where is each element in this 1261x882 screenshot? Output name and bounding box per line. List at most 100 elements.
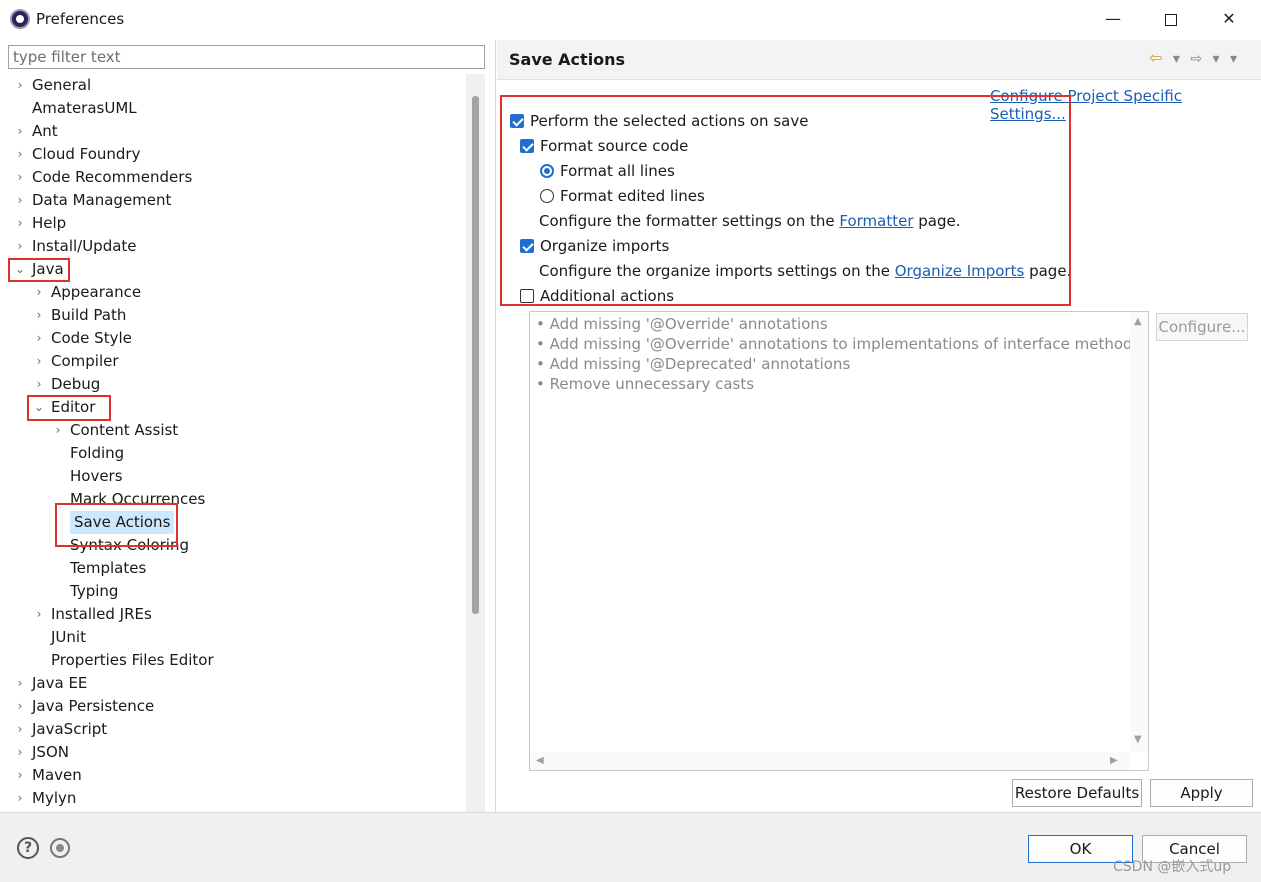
forward-menu-icon[interactable]: ▾ xyxy=(1213,51,1220,67)
tree-item-label: Content Assist xyxy=(70,421,179,439)
highlight-java xyxy=(8,258,70,282)
tree-item[interactable]: › Install/Update xyxy=(14,235,137,258)
page-title: Save Actions xyxy=(509,50,626,69)
chevron-right-icon[interactable]: › xyxy=(14,718,26,741)
back-icon[interactable]: ⇦ xyxy=(1149,48,1162,67)
tree-scrollbar[interactable] xyxy=(466,74,485,812)
title-bar: Preferences — ✕ xyxy=(0,0,1261,38)
filter-input[interactable] xyxy=(8,45,485,69)
tree-item[interactable]: › Content Assist xyxy=(52,419,179,442)
tree-item[interactable]: › Code Recommenders xyxy=(14,166,193,189)
tree-item[interactable]: › JSON xyxy=(14,741,69,764)
pane-divider[interactable] xyxy=(495,40,496,812)
tree-item[interactable]: › Ant xyxy=(14,120,58,143)
tree-item[interactable]: › Java Persistence xyxy=(14,695,155,718)
configure-button[interactable]: Configure... xyxy=(1156,313,1248,341)
list-item: • Add missing '@Override' annotations to… xyxy=(536,335,1141,353)
list-horizontal-scrollbar[interactable]: ◀ ▶ xyxy=(530,752,1130,770)
chevron-right-icon[interactable]: › xyxy=(14,235,26,258)
tree-item-label: JSON xyxy=(32,743,69,761)
list-vertical-scrollbar[interactable]: ▲ ▼ xyxy=(1130,312,1148,752)
close-button[interactable]: ✕ xyxy=(1206,4,1252,34)
tree-item[interactable]: › JavaScript xyxy=(14,718,108,741)
chevron-right-icon[interactable]: › xyxy=(14,695,26,718)
tree-item-label: Code Style xyxy=(51,329,132,347)
tree-item[interactable]: › Installed JREs xyxy=(33,603,152,626)
tree-item[interactable]: › Appearance xyxy=(33,281,141,304)
chevron-right-icon[interactable]: › xyxy=(14,120,26,143)
maximize-button[interactable] xyxy=(1148,4,1194,34)
chevron-right-icon[interactable]: › xyxy=(33,327,45,350)
chevron-right-icon[interactable]: › xyxy=(14,166,26,189)
tree-item[interactable]: JUnit xyxy=(33,626,86,649)
tree-item-label: Maven xyxy=(32,766,82,784)
restore-defaults-button[interactable]: Restore Defaults xyxy=(1012,779,1142,807)
tree-item-label: Properties Files Editor xyxy=(51,651,214,669)
tree-item[interactable]: › Help xyxy=(14,212,67,235)
tree-item[interactable]: Templates xyxy=(52,557,146,580)
tree-item-label: Cloud Foundry xyxy=(32,145,141,163)
tree-item[interactable]: AmaterasUML xyxy=(14,97,137,120)
tree-item[interactable]: › Java EE xyxy=(14,672,88,695)
window-title: Preferences xyxy=(36,10,125,28)
tree-item-label: JavaScript xyxy=(32,720,108,738)
forward-icon[interactable]: ⇨ xyxy=(1190,51,1202,67)
page-navigation: ⇦ ▾ ⇨ ▾ ▾ xyxy=(1149,48,1243,67)
chevron-right-icon[interactable]: › xyxy=(14,764,26,787)
list-item: • Remove unnecessary casts xyxy=(536,375,755,393)
help-icon[interactable]: ? xyxy=(17,837,39,859)
view-menu-icon[interactable]: ▾ xyxy=(1230,51,1237,67)
maximize-icon xyxy=(1165,13,1177,26)
preferences-tree: › General AmaterasUML › Ant › Cloud Foundry › Co… xyxy=(0,74,466,812)
list-item: • Add missing '@Override' annotations xyxy=(536,315,828,333)
back-menu-icon[interactable]: ▾ xyxy=(1173,51,1180,67)
tree-item[interactable]: › Data Management xyxy=(14,189,172,212)
dialog-button-bar: ? OK Cancel CSDN @嵌入式up xyxy=(0,812,1261,882)
tree-item-label: General xyxy=(32,76,92,94)
tree-item-label: AmaterasUML xyxy=(32,99,137,117)
apply-button[interactable]: Apply xyxy=(1150,779,1253,807)
tree-item[interactable]: › Build Path xyxy=(33,304,127,327)
chevron-right-icon[interactable]: › xyxy=(14,212,26,235)
tree-item[interactable]: Properties Files Editor xyxy=(33,649,214,672)
chevron-right-icon[interactable]: › xyxy=(14,74,26,97)
tree-item-label: Typing xyxy=(70,582,119,600)
additional-actions-list[interactable]: • Add missing '@Override' annotations • … xyxy=(529,311,1149,771)
minimize-button[interactable]: — xyxy=(1090,4,1136,34)
tree-item[interactable]: Typing xyxy=(52,580,118,603)
chevron-right-icon[interactable]: › xyxy=(33,603,45,626)
watermark: CSDN @嵌入式up xyxy=(1113,859,1232,875)
chevron-right-icon[interactable]: › xyxy=(33,281,45,304)
tree-item[interactable]: › Compiler xyxy=(33,350,119,373)
tree-item[interactable]: Folding xyxy=(52,442,124,465)
chevron-right-icon[interactable]: › xyxy=(52,419,64,442)
chevron-right-icon[interactable]: › xyxy=(14,672,26,695)
tree-item-label: Code Recommenders xyxy=(32,168,193,186)
import-export-icon[interactable] xyxy=(50,838,70,858)
tree-item[interactable]: › General xyxy=(14,74,92,97)
scroll-down-icon[interactable]: ▼ xyxy=(1134,734,1142,745)
tree-scrollbar-thumb[interactable] xyxy=(472,96,479,614)
tree-item[interactable]: › Mylyn xyxy=(14,787,77,810)
scroll-up-icon[interactable]: ▲ xyxy=(1134,316,1142,327)
scroll-right-icon[interactable]: ▶ xyxy=(1110,755,1118,766)
list-item: • Add missing '@Deprecated' annotations xyxy=(536,355,851,373)
chevron-right-icon[interactable]: › xyxy=(33,304,45,327)
chevron-right-icon[interactable]: › xyxy=(14,787,26,810)
chevron-right-icon[interactable]: › xyxy=(14,741,26,764)
tree-item[interactable]: Hovers xyxy=(52,465,123,488)
tree-item[interactable]: › Maven xyxy=(14,764,82,787)
tree-item-label: Java EE xyxy=(32,674,88,692)
chevron-right-icon[interactable]: › xyxy=(14,143,26,166)
chevron-right-icon[interactable]: › xyxy=(14,189,26,212)
tree-item-label: Installed JREs xyxy=(51,605,152,623)
tree-item-label: Build Path xyxy=(51,306,127,324)
chevron-right-icon[interactable]: › xyxy=(33,373,45,396)
highlight-save-options xyxy=(500,95,1071,306)
chevron-right-icon[interactable]: › xyxy=(33,350,45,373)
tree-item[interactable]: › Code Style xyxy=(33,327,132,350)
tree-item[interactable]: › Cloud Foundry xyxy=(14,143,141,166)
scroll-left-icon[interactable]: ◀ xyxy=(536,755,544,766)
tree-item[interactable]: › Debug xyxy=(33,373,101,396)
tree-item-label: Folding xyxy=(70,444,125,462)
